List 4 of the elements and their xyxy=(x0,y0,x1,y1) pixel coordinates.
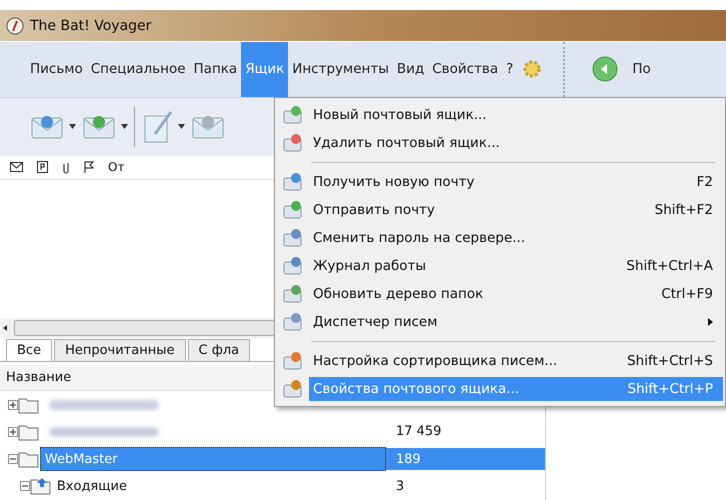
message-count: 189 xyxy=(386,448,545,470)
message-count: 17 459 xyxy=(394,423,442,442)
message-count: 3 xyxy=(394,478,406,496)
window-title: The Bat! Voyager xyxy=(30,18,152,34)
